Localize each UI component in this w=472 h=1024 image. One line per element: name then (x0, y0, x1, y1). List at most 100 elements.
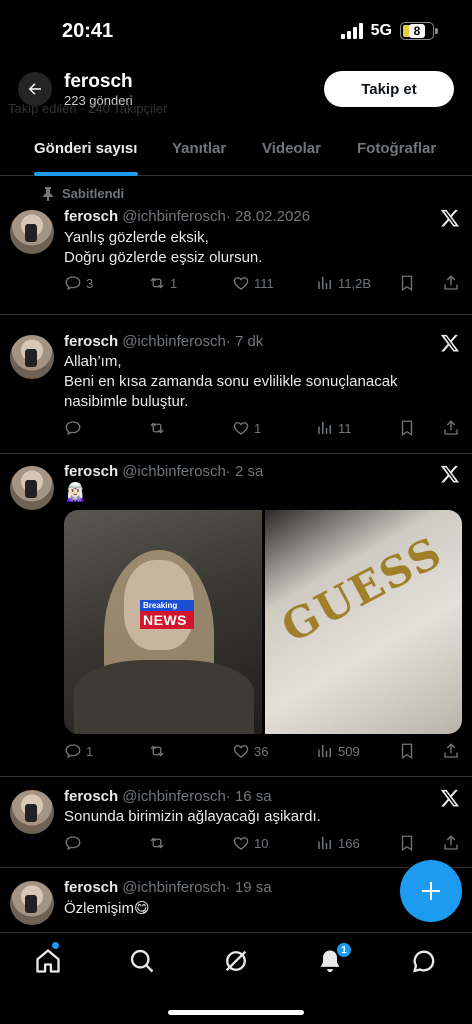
reply-icon (65, 421, 81, 436)
post-actions: 1 11 (64, 419, 460, 441)
post-time: · 19 sa (225, 879, 272, 896)
bookmark-button[interactable] (398, 834, 416, 852)
avatar[interactable] (10, 466, 54, 510)
repost-button[interactable] (148, 742, 170, 760)
share-icon (444, 420, 458, 435)
post-author-name[interactable]: ferosch (64, 879, 118, 896)
tab-active-indicator (34, 172, 138, 176)
messages-icon[interactable] (410, 947, 438, 975)
post-actions: 3 1 111 11,2B (64, 274, 460, 296)
views-button[interactable]: 11,2B (316, 274, 371, 292)
repost-button[interactable]: 1 (148, 274, 177, 292)
repost-icon (150, 277, 164, 289)
reply-button[interactable] (64, 419, 86, 437)
post-author-name[interactable]: ferosch (64, 333, 118, 350)
x-logo-icon[interactable] (440, 333, 460, 353)
status-indicators: 5G 8 (340, 22, 438, 40)
post-text: Sonunda birimizin ağlayacağı aşikardı. (64, 808, 321, 825)
share-icon (444, 835, 458, 850)
x-logo-icon[interactable] (440, 464, 460, 484)
bookmark-button[interactable] (398, 742, 416, 760)
x-logo-icon[interactable] (440, 208, 460, 228)
plus-icon (422, 882, 440, 900)
bookmark-icon (401, 275, 413, 292)
views-button[interactable]: 166 (316, 834, 360, 852)
pinned-label: Sabitlendi (42, 186, 124, 201)
repost-button[interactable] (148, 419, 170, 437)
post-actions: 1 36 509 (64, 742, 460, 764)
share-button[interactable] (442, 419, 460, 437)
post-text: Allah’ım, Beni en kısa zamanda sonu evli… (64, 353, 398, 410)
post-time: · 2 sa (225, 463, 264, 480)
views-icon (318, 422, 331, 434)
status-bar: 20:41 5G 8 (0, 0, 472, 62)
grok-icon[interactable] (222, 947, 250, 975)
arrow-left-icon (28, 83, 41, 95)
x-logo-icon[interactable] (440, 788, 460, 808)
tab-photos[interactable]: Fotoğraflar (357, 140, 436, 157)
like-button[interactable]: 10 (232, 834, 268, 852)
bag-photo[interactable]: GUESS (265, 510, 462, 734)
heart-icon (233, 745, 249, 758)
breaking-news-sticker: Breaking NEWS (140, 600, 194, 629)
selfie-photo[interactable]: Breaking NEWS (64, 510, 262, 734)
share-button[interactable] (442, 834, 460, 852)
battery-icon: 8 (400, 22, 438, 40)
share-icon (444, 275, 458, 290)
post-author-name[interactable]: ferosch (64, 208, 118, 225)
like-button[interactable]: 1 (232, 419, 261, 437)
post-header: ferosch @ichbinferosch· 19 sa (64, 879, 272, 896)
views-icon (318, 837, 331, 849)
post-author-name[interactable]: ferosch (64, 463, 118, 480)
home-icon[interactable] (34, 947, 62, 975)
follow-button[interactable]: Takip et (324, 71, 454, 107)
like-button[interactable]: 36 (232, 742, 268, 760)
post-actions: 10 166 (64, 834, 460, 856)
post-media[interactable]: Breaking NEWS GUESS (64, 510, 462, 734)
like-button[interactable]: 111 (232, 274, 274, 292)
share-button[interactable] (442, 742, 460, 760)
guess-logo: GUESS (273, 526, 451, 653)
views-button[interactable]: 11 (316, 419, 352, 437)
bookmark-icon (401, 835, 413, 852)
heart-icon (233, 837, 249, 850)
reply-icon (65, 836, 81, 851)
post-author-name[interactable]: ferosch (64, 788, 118, 805)
avatar[interactable] (10, 335, 54, 379)
tab-replies[interactable]: Yanıtlar (172, 140, 226, 157)
reply-button[interactable] (64, 834, 86, 852)
avatar[interactable] (10, 790, 54, 834)
post-header: ferosch @ichbinferosch· 16 sa (64, 788, 272, 805)
reply-icon (65, 744, 81, 759)
post-author-handle[interactable]: @ichbinferosch (122, 208, 226, 225)
post-text: 🧝🏻‍♀️ (64, 482, 87, 502)
network-type: 5G (370, 22, 392, 39)
post-header: ferosch @ichbinferosch· 7 dk (64, 333, 263, 350)
compose-post-button[interactable] (400, 860, 462, 922)
search-icon[interactable] (128, 947, 156, 975)
heart-icon (233, 277, 249, 290)
back-button[interactable] (18, 72, 52, 106)
post-author-handle[interactable]: @ichbinferosch (122, 333, 226, 350)
heart-icon (233, 422, 249, 435)
views-button[interactable]: 509 (316, 742, 360, 760)
avatar[interactable] (10, 881, 54, 925)
avatar[interactable] (10, 210, 54, 254)
bookmark-button[interactable] (398, 419, 416, 437)
reply-button[interactable]: 1 (64, 742, 93, 760)
tab-videos[interactable]: Videolar (262, 140, 321, 157)
bookmark-button[interactable] (398, 274, 416, 292)
reply-button[interactable]: 3 (64, 274, 93, 292)
home-unread-dot (52, 942, 59, 949)
post-author-handle[interactable]: @ichbinferosch (122, 879, 226, 896)
repost-icon (150, 837, 164, 849)
battery-level: 8 (408, 24, 426, 38)
profile-tabs: Gönderi sayısı Yanıtlar Videolar Fotoğra… (0, 122, 472, 176)
post-time: · 7 dk (225, 333, 264, 350)
tab-posts[interactable]: Gönderi sayısı (34, 140, 137, 157)
post-author-handle[interactable]: @ichbinferosch (122, 463, 226, 480)
post-author-handle[interactable]: @ichbinferosch (122, 788, 226, 805)
repost-button[interactable] (148, 834, 170, 852)
bookmark-icon (401, 743, 413, 760)
share-button[interactable] (442, 274, 460, 292)
